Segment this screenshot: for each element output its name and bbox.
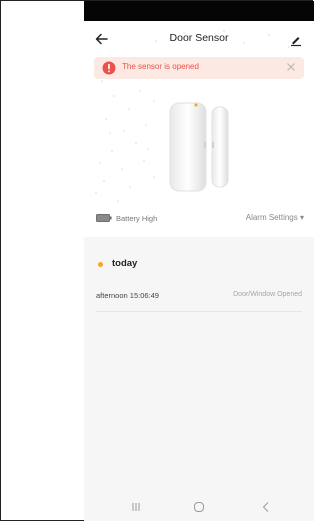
- event-description: Door/Window Opened: [233, 291, 302, 298]
- battery-status: Battery High: [116, 214, 158, 223]
- home-icon[interactable]: [191, 499, 207, 515]
- close-icon[interactable]: [284, 60, 298, 74]
- page-title: Door Sensor: [169, 32, 229, 44]
- list-item[interactable]: afternoon 15:06:49 Door/Window Opened: [84, 285, 314, 313]
- day-marker-dot: [98, 262, 103, 267]
- event-time: afternoon 15:06:49: [96, 291, 159, 300]
- device-status-row: Battery High Alarm Settings ▾: [84, 211, 314, 229]
- alert-message: The sensor is opened: [122, 62, 199, 71]
- door-sensor-image: [169, 102, 229, 192]
- battery-icon: [96, 214, 112, 222]
- alert-exclamation-icon: [102, 61, 116, 75]
- alarm-settings-button[interactable]: Alarm Settings ▾: [246, 213, 304, 222]
- status-bar: [84, 1, 314, 21]
- recent-apps-icon[interactable]: [128, 499, 144, 515]
- alert-banner: The sensor is opened: [94, 57, 304, 79]
- phone-screen: Door Sensor The sensor is opened Battery…: [84, 1, 314, 521]
- back-nav-icon[interactable]: [258, 499, 274, 515]
- screenshot-frame: Door Sensor The sensor is opened Battery…: [0, 0, 314, 521]
- event-log: today afternoon 15:06:49 Door/Window Ope…: [84, 237, 314, 491]
- back-arrow-icon[interactable]: [92, 29, 112, 49]
- edit-pencil-icon[interactable]: [286, 29, 306, 49]
- device-hero: Door Sensor The sensor is opened Battery…: [84, 21, 314, 237]
- app-header: Door Sensor: [84, 25, 314, 53]
- day-header: today: [112, 258, 138, 269]
- divider: [96, 311, 302, 312]
- system-nav-bar: [84, 491, 314, 521]
